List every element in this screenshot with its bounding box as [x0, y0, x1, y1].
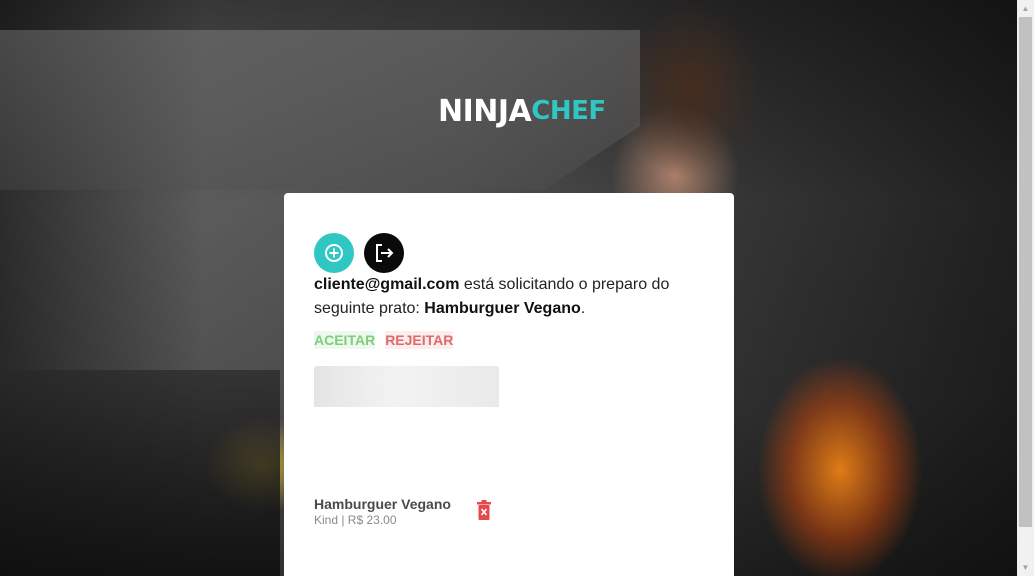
trash-icon[interactable]: [476, 500, 492, 520]
requested-dish: Hamburguer Vegano: [424, 300, 581, 317]
page-scrollbar[interactable]: ▲ ▼: [1017, 0, 1034, 576]
logo-ninja-text: NINJA: [438, 93, 532, 129]
logout-icon: [376, 244, 394, 262]
reject-button[interactable]: REJEITAR: [385, 331, 454, 349]
request-actions: ACEITAR REJEITAR: [314, 331, 454, 349]
scroll-thumb[interactable]: [1019, 17, 1032, 527]
request-text-end: .: [580, 300, 586, 317]
kitchen-stove: [0, 370, 280, 576]
add-button[interactable]: [314, 233, 354, 273]
dish-name: Hamburguer Vegano: [314, 496, 451, 512]
dish-image: [314, 366, 499, 407]
scroll-down-arrow-icon[interactable]: ▼: [1017, 559, 1034, 576]
accept-button[interactable]: ACEITAR: [314, 331, 376, 349]
scroll-up-arrow-icon[interactable]: ▲: [1017, 0, 1034, 17]
request-message: cliente@gmail.com está solicitando o pre…: [314, 273, 704, 321]
plus-circle-icon: [325, 244, 343, 262]
request-card: cliente@gmail.com está solicitando o pre…: [284, 193, 734, 576]
ninjachef-logo: NINJA CHEF: [438, 88, 606, 134]
dish-meta: Kind | R$ 23.00: [314, 513, 397, 527]
client-email: cliente@gmail.com: [314, 276, 460, 293]
logo-chef-text: CHEF: [531, 96, 606, 126]
logout-button[interactable]: [364, 233, 404, 273]
